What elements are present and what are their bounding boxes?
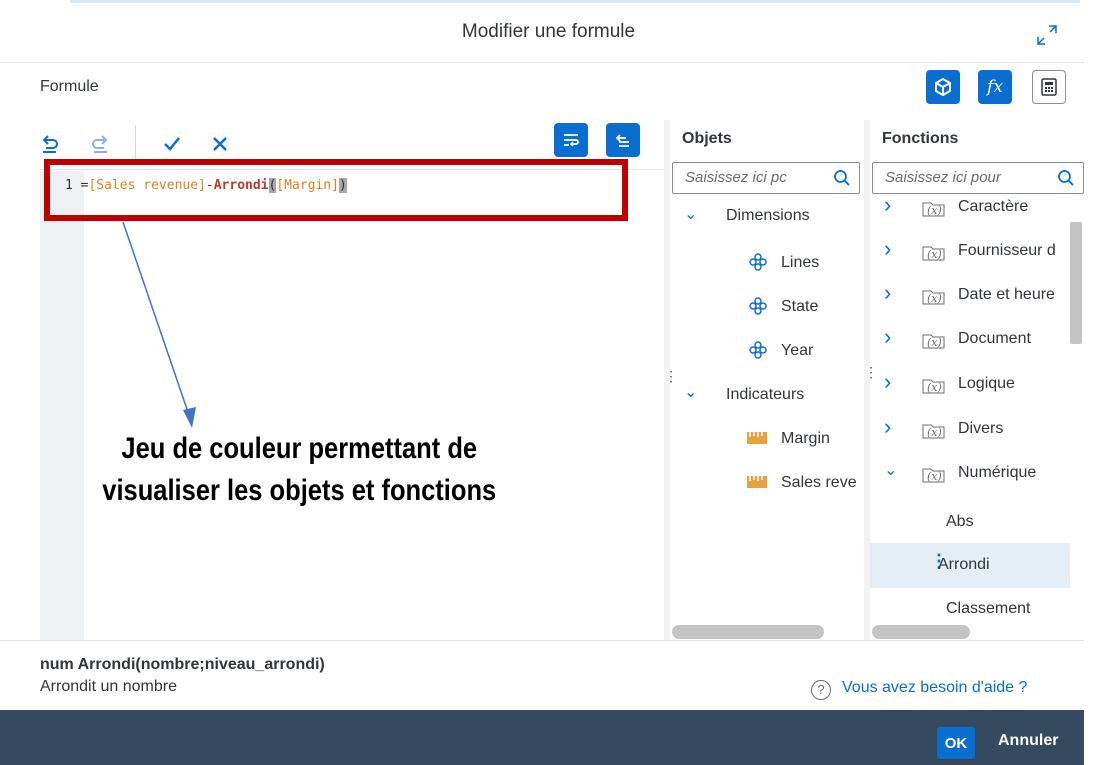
objects-panel: Objets Saisissez ici pc ⌄ Dimensions Lin… xyxy=(670,120,864,640)
function-item-abs[interactable]: Abs xyxy=(946,513,974,531)
calculator-icon xyxy=(1041,78,1057,96)
chevron-right-icon[interactable]: › xyxy=(884,324,891,350)
function-folder-icon: (x) xyxy=(922,332,956,353)
function-category-item[interactable]: Date et heure xyxy=(958,286,1055,304)
ok-button[interactable]: OK xyxy=(937,727,975,759)
window-edge xyxy=(1084,0,1097,765)
functions-search-input[interactable]: Saisissez ici pour xyxy=(872,162,1084,194)
function-category-item[interactable]: Logique xyxy=(958,375,1015,393)
svg-text:(x): (x) xyxy=(927,426,942,439)
svg-text:(x): (x) xyxy=(927,292,942,305)
function-help-area: num Arrondi(nombre;niveau_arrondi) Arron… xyxy=(0,640,1097,710)
horizontal-scrollbar[interactable] xyxy=(672,625,824,639)
svg-text:(x): (x) xyxy=(927,470,942,483)
chevron-right-icon[interactable]: › xyxy=(884,236,891,262)
function-folder-icon: (x) xyxy=(922,244,956,265)
tree-item-state[interactable]: State xyxy=(781,298,818,316)
measure-icon xyxy=(746,475,768,494)
objects-search-input[interactable]: Saisissez ici pc xyxy=(672,162,860,194)
functions-panel-title: Fonctions xyxy=(882,130,959,147)
tree-group-dimensions[interactable]: Dimensions xyxy=(726,207,810,225)
undo-icon[interactable] xyxy=(40,134,60,160)
function-signature: num Arrondi(nombre;niveau_arrondi) xyxy=(40,656,325,673)
function-category-item[interactable]: Divers xyxy=(958,420,1003,438)
dialog-title: Modifier une formule xyxy=(461,21,636,42)
word-wrap-button[interactable] xyxy=(554,123,588,157)
tree-group-indicateurs[interactable]: Indicateurs xyxy=(726,386,804,404)
svg-text:(x): (x) xyxy=(927,204,942,217)
function-item-classement[interactable]: Classement xyxy=(946,600,1030,618)
functions-panel: Fonctions Saisissez ici pour › (x) Caractè… xyxy=(870,120,1084,640)
measure-icon xyxy=(746,431,768,450)
dimension-icon xyxy=(748,252,768,277)
dialog-footer: OK Annuler xyxy=(0,710,1097,765)
dimension-icon xyxy=(748,296,768,321)
chevron-right-icon[interactable]: › xyxy=(884,192,891,218)
dialog-header: Modifier une formule xyxy=(0,3,1097,63)
function-folder-icon: (x) xyxy=(922,377,956,398)
function-item-arrondi[interactable]: Arrondi xyxy=(938,556,990,574)
chevron-right-icon[interactable]: › xyxy=(884,414,891,440)
chevron-down-icon[interactable]: ⌄ xyxy=(684,382,697,402)
chevron-right-icon[interactable]: › xyxy=(884,369,891,395)
function-folder-icon: (x) xyxy=(922,288,956,309)
redo-icon[interactable] xyxy=(90,134,110,160)
chevron-down-icon[interactable]: ⌄ xyxy=(684,204,697,224)
function-category-item[interactable]: Document xyxy=(958,330,1031,348)
chevron-right-icon[interactable]: › xyxy=(884,280,891,306)
functions-toggle-button[interactable]: fx xyxy=(978,70,1012,104)
line-gutter xyxy=(40,171,84,640)
help-link[interactable]: Vous avez besoin d'aide ? xyxy=(842,679,1027,697)
tree-item-margin[interactable]: Margin xyxy=(781,430,830,448)
highlight-box xyxy=(44,159,628,221)
cancel-button[interactable]: Annuler xyxy=(998,732,1058,750)
calculator-toggle-button[interactable] xyxy=(1032,70,1066,104)
function-description: Arrondit un nombre xyxy=(40,678,177,695)
wrap-icon xyxy=(564,134,579,147)
annotation-line-2: visualiser les objets et fonctions xyxy=(102,474,497,507)
search-icon[interactable] xyxy=(1057,169,1075,187)
tree-item-year[interactable]: Year xyxy=(781,342,813,360)
svg-text:(x): (x) xyxy=(927,381,942,394)
function-folder-icon: (x) xyxy=(922,200,956,221)
objects-panel-title: Objets xyxy=(682,130,732,147)
tree-item-sales-revenue[interactable]: Sales reve xyxy=(781,474,857,492)
annotation-text: Jeu de couleur permettant de visualiser … xyxy=(40,428,559,512)
annotation-line-1: Jeu de couleur permettant de xyxy=(121,432,478,465)
formula-label: Formule xyxy=(40,78,99,95)
svg-text:(x): (x) xyxy=(927,336,942,349)
format-button[interactable] xyxy=(606,123,640,157)
expand-icon[interactable] xyxy=(1036,24,1058,46)
chevron-down-icon[interactable]: ⌄ xyxy=(884,460,897,480)
toolbar-separator xyxy=(135,125,136,163)
function-folder-icon: (x) xyxy=(922,466,956,487)
function-category-item[interactable]: Numérique xyxy=(958,464,1036,482)
search-icon[interactable] xyxy=(833,169,851,187)
horizontal-scrollbar[interactable] xyxy=(872,625,970,639)
svg-text:(x): (x) xyxy=(927,248,942,261)
search-placeholder: Saisissez ici pc xyxy=(685,169,787,186)
vertical-scrollbar[interactable] xyxy=(1070,222,1082,344)
validate-icon[interactable] xyxy=(162,134,182,160)
fx-icon: fx xyxy=(987,77,1003,97)
search-placeholder: Saisissez ici pour xyxy=(885,169,1001,186)
tree-item-lines[interactable]: Lines xyxy=(781,254,819,272)
function-category-item[interactable]: Fournisseur d xyxy=(958,242,1056,260)
clear-icon[interactable] xyxy=(210,134,230,160)
format-icon xyxy=(615,134,629,147)
dimension-icon xyxy=(748,340,768,365)
function-category-item[interactable]: Caractère xyxy=(958,198,1028,216)
objects-toggle-button[interactable] xyxy=(926,70,960,104)
help-icon[interactable]: ? xyxy=(811,680,831,700)
function-folder-icon: (x) xyxy=(922,422,956,443)
cube-icon xyxy=(935,78,951,96)
